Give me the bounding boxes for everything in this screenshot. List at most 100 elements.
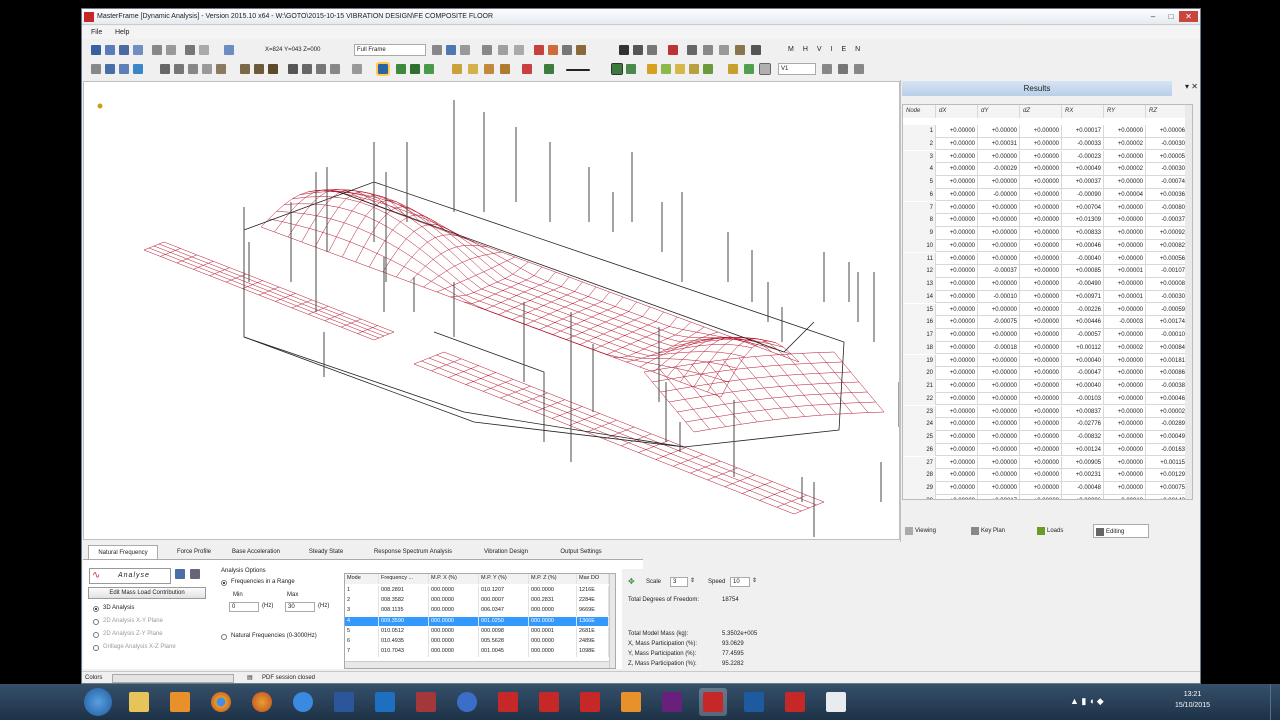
roller-support-icon[interactable] (268, 64, 278, 74)
zoom-window-icon[interactable] (224, 45, 234, 55)
refresh-icon[interactable] (446, 45, 456, 55)
show-desktop-button[interactable] (1270, 684, 1280, 720)
analyse-button[interactable]: ∿ Analyse (89, 568, 171, 584)
results-row[interactable]: 4 +0.00000 -0.00029 +0.00000 +0.00049 +0.0000… (903, 163, 1188, 176)
taskbar-access[interactable] (412, 688, 440, 716)
tray-icons[interactable]: ▲ ▮ ◖ ◆ (1070, 696, 1104, 707)
crane-icon[interactable] (751, 45, 761, 55)
results-row[interactable]: 10 +0.00000 +0.00000 +0.00000 +0.00046 +0.000… (903, 239, 1188, 253)
axial-icon[interactable] (500, 64, 510, 74)
taskbar-masterframe-active[interactable] (699, 688, 727, 716)
layer-icon[interactable] (544, 64, 554, 74)
start-button[interactable] (84, 688, 112, 716)
max-input[interactable]: 30 (285, 602, 315, 612)
cp-icon[interactable] (838, 64, 848, 74)
mode-row[interactable]: 5 010.0512 000.0000 000.0098 000.0001 2681E (345, 626, 611, 637)
analysis-mode-icon[interactable] (376, 62, 390, 76)
cube-3-icon[interactable] (675, 64, 685, 74)
zoom-out-icon[interactable] (133, 64, 143, 74)
node-add-icon[interactable] (160, 64, 170, 74)
display-1-icon[interactable] (611, 63, 623, 75)
results-row[interactable]: 12 +0.00000 -0.00037 +0.00000 +0.00085 +0.000… (903, 265, 1188, 278)
modes-vscrollbar[interactable] (609, 574, 615, 668)
radio-2d-zy[interactable] (93, 632, 99, 638)
moment-icon[interactable] (468, 64, 478, 74)
plate-icon[interactable] (302, 64, 312, 74)
taskbar-link[interactable] (453, 688, 481, 716)
results-row[interactable]: 6 +0.00000 -0.00000 +0.00000 -0.00090 +0.0000… (903, 188, 1188, 202)
mode-row[interactable]: 1 008.2891 000.0000 010.1207 000.0000 1216E (345, 586, 611, 596)
variant-select[interactable]: V1 (778, 63, 816, 75)
taskbar-firefox[interactable] (248, 688, 276, 716)
print-icon[interactable] (133, 45, 143, 55)
results-row[interactable]: 23 +0.00000 +0.00000 +0.00000 +0.00837 +0.000… (903, 405, 1188, 419)
draw-icon[interactable] (188, 64, 198, 74)
results-row[interactable]: 5 +0.00000 +0.00000 +0.00000 +0.00037 +0.0000… (903, 176, 1188, 189)
cq-icon[interactable] (854, 64, 864, 74)
tab-loads[interactable]: Loads (1035, 524, 1095, 538)
results-table[interactable]: Node dX dY dZ RX RY RZ 1 +0.00000 +0.00000 +0.0000… (902, 104, 1193, 500)
zoom-in-icon[interactable] (119, 64, 129, 74)
taskbar-word[interactable] (330, 688, 358, 716)
results-row[interactable]: 1 +0.00000 +0.00000 +0.00000 +0.00017 +0.0000… (903, 125, 1188, 138)
menu-help[interactable]: Help (115, 29, 129, 36)
results-row[interactable]: 30+0.00000+0.00017+0.00000+0.00096-0.000… (903, 494, 1188, 499)
results-row[interactable]: 2 +0.00000 +0.00031 +0.00000 -0.00033 +0.0000… (903, 137, 1188, 151)
shear-icon[interactable] (484, 64, 494, 74)
rotate-right-icon[interactable] (514, 45, 524, 55)
results-row[interactable]: 11 +0.00000 +0.00000 +0.00000 -0.00040 +0.000… (903, 252, 1188, 266)
close-panel-icon[interactable]: ✕ (1191, 82, 1198, 91)
results-row[interactable]: 13 +0.00000 +0.00000 +0.00000 -0.00490 +0.000… (903, 278, 1188, 291)
open-icon[interactable] (105, 45, 115, 55)
results-row[interactable]: 24 +0.00000 +0.00000 +0.00000 -0.02776 +0.000… (903, 418, 1188, 431)
radio-range[interactable] (221, 580, 227, 586)
dimension-icon[interactable] (719, 45, 729, 55)
model-viewport[interactable] (83, 81, 900, 540)
rotate-left-icon[interactable] (498, 45, 508, 55)
results-row[interactable]: 27 +0.00000 +0.00000 +0.00000 +0.00905 +0.000… (903, 456, 1188, 470)
tab-steady-state[interactable]: Steady State (301, 545, 351, 559)
radio-natural[interactable] (221, 634, 227, 640)
tab-output-settings[interactable]: Output Settings (548, 545, 614, 559)
maximize-button[interactable]: □ (1164, 11, 1178, 22)
scale-spinner-icon[interactable]: ⇕ (690, 577, 695, 584)
cube-2-icon[interactable] (661, 64, 671, 74)
radio-2d-xy[interactable] (93, 619, 99, 625)
vertical-icon[interactable] (330, 64, 340, 74)
taskbar-outlook[interactable] (371, 688, 399, 716)
taskbar-window[interactable] (822, 688, 850, 716)
support-icon[interactable] (576, 45, 586, 55)
taskbar-masterseries-1[interactable] (494, 688, 522, 716)
member-icon[interactable] (548, 45, 558, 55)
results-row[interactable]: 14 +0.00000 -0.00010 +0.00000 +0.00971 +0.000… (903, 290, 1188, 304)
results-row[interactable]: 26 +0.00000 +0.00000 +0.00000 +0.00124 +0.000… (903, 443, 1188, 457)
rotate-icon[interactable] (185, 45, 195, 55)
save-icon[interactable] (119, 45, 129, 55)
zoom-fit-icon[interactable] (105, 64, 115, 74)
taskbar-app-orange[interactable] (617, 688, 645, 716)
tab-viewing[interactable]: Viewing (903, 524, 963, 538)
colors-slider[interactable] (112, 674, 234, 683)
radio-3d[interactable] (93, 606, 99, 612)
taskbar-revit[interactable] (740, 688, 768, 716)
color-icon[interactable] (522, 64, 532, 74)
taskbar-ie[interactable] (289, 688, 317, 716)
results-row[interactable]: 9 +0.00000 +0.00000 +0.00000 +0.00833 +0.0000… (903, 227, 1188, 240)
mode-row[interactable]: 4 009.3590 000.0000 001.0250 000.0000 1366E (345, 616, 611, 627)
pan-icon[interactable] (199, 45, 209, 55)
tab-base-acceleration[interactable]: Base Acceleration (225, 545, 287, 559)
results-row[interactable]: 18 +0.00000 -0.00018 +0.00000 +0.00112 +0.000… (903, 341, 1188, 355)
tab-key-plan[interactable]: Key Plan (969, 524, 1029, 538)
mode-row[interactable]: 6 010.4935 000.0000 005.5628 000.0000 2489E (345, 637, 611, 647)
render-wire-icon[interactable] (424, 64, 434, 74)
mode-row[interactable]: 2 008.3582 000.0000 000.0007 000.2831 2284E (345, 596, 611, 606)
edit-mass-button[interactable]: Edit Mass Load Contribution (88, 587, 206, 599)
taskbar-explorer[interactable] (125, 688, 153, 716)
results-row[interactable]: 28 +0.00000 +0.00000 +0.00000 +0.00231 +0.000… (903, 469, 1188, 482)
tag-icon[interactable] (744, 64, 754, 74)
cube-5-icon[interactable] (703, 64, 713, 74)
text-icon[interactable] (316, 64, 326, 74)
pin-icon[interactable]: ▾ (1185, 82, 1189, 91)
label-icon[interactable] (728, 64, 738, 74)
gridline-icon[interactable] (687, 45, 697, 55)
